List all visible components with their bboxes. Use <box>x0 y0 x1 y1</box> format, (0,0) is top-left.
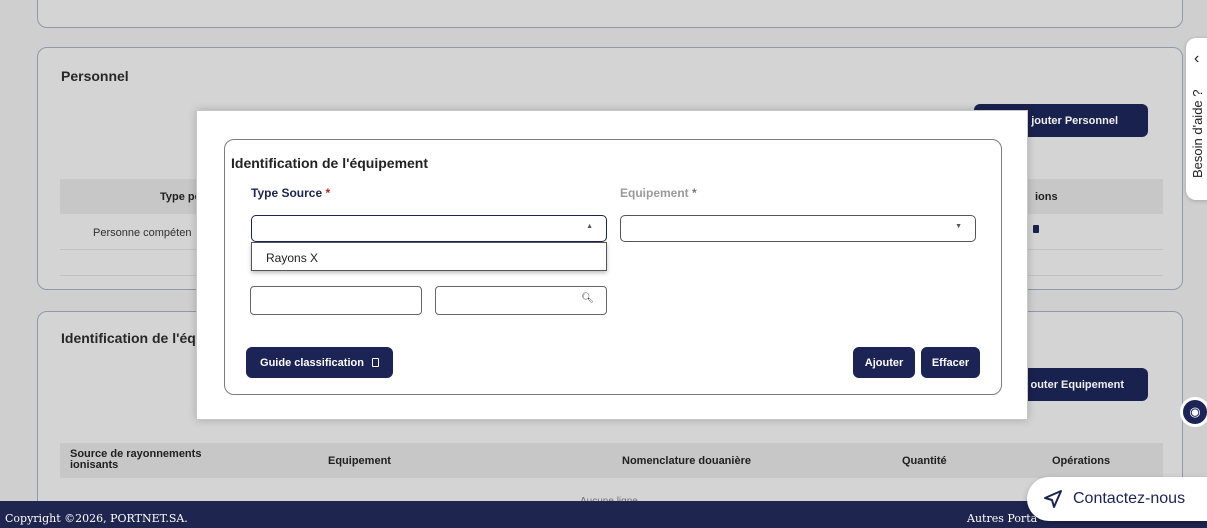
modal-title: Identification de l'équipement <box>231 155 429 171</box>
help-side-tab[interactable]: ‹ Besoin d'aide ? <box>1186 38 1207 200</box>
type-source-label: Type Source * <box>251 186 330 200</box>
required-mark: * <box>692 186 697 200</box>
guide-classification-button[interactable]: Guide classification <box>246 347 393 378</box>
type-source-select[interactable]: ▲ <box>251 215 607 242</box>
equipement-label-text: Equipement <box>620 186 689 200</box>
ajouter-button[interactable]: Ajouter <box>853 347 915 378</box>
help-tab-label: Besoin d'aide ? <box>1190 89 1205 179</box>
required-mark: * <box>325 186 331 200</box>
search-input[interactable]: 🔍︎ <box>435 286 607 315</box>
contact-button[interactable]: Contactez-nous <box>1027 477 1207 521</box>
page-background: Personnel jouter Personnel Type pe ions … <box>0 0 1207 528</box>
type-source-label-text: Type Source <box>251 186 323 200</box>
send-icon <box>1044 490 1062 508</box>
chevron-left-icon[interactable]: ‹ <box>1194 50 1199 68</box>
contact-label: Contactez-nous <box>1073 490 1186 507</box>
equipment-modal: Identification de l'équipement Type Sour… <box>196 110 1028 420</box>
chevron-down-icon: ▼ <box>955 223 962 230</box>
footer-other-portals-link[interactable]: Autres Porta <box>967 512 1037 525</box>
dropdown-option-rayons-x[interactable]: Rayons X <box>266 251 318 265</box>
equipement-label: Equipement * <box>620 186 697 200</box>
guide-classification-label: Guide classification <box>260 356 364 369</box>
chevron-up-icon: ▲ <box>586 223 593 230</box>
nomenclature-input[interactable] <box>250 286 422 315</box>
book-icon <box>371 358 379 367</box>
eye-icon[interactable]: ◉ <box>1180 397 1207 427</box>
type-source-dropdown: Rayons X <box>251 242 607 271</box>
equipement-select[interactable]: ▼ <box>620 215 976 242</box>
footer-copyright: Copyright ©2026, PORTNET.SA. <box>5 512 188 525</box>
search-icon[interactable]: 🔍︎ <box>581 293 594 304</box>
effacer-button[interactable]: Effacer <box>921 347 980 378</box>
footer: Copyright ©2026, PORTNET.SA. Autres Port… <box>0 501 1207 528</box>
